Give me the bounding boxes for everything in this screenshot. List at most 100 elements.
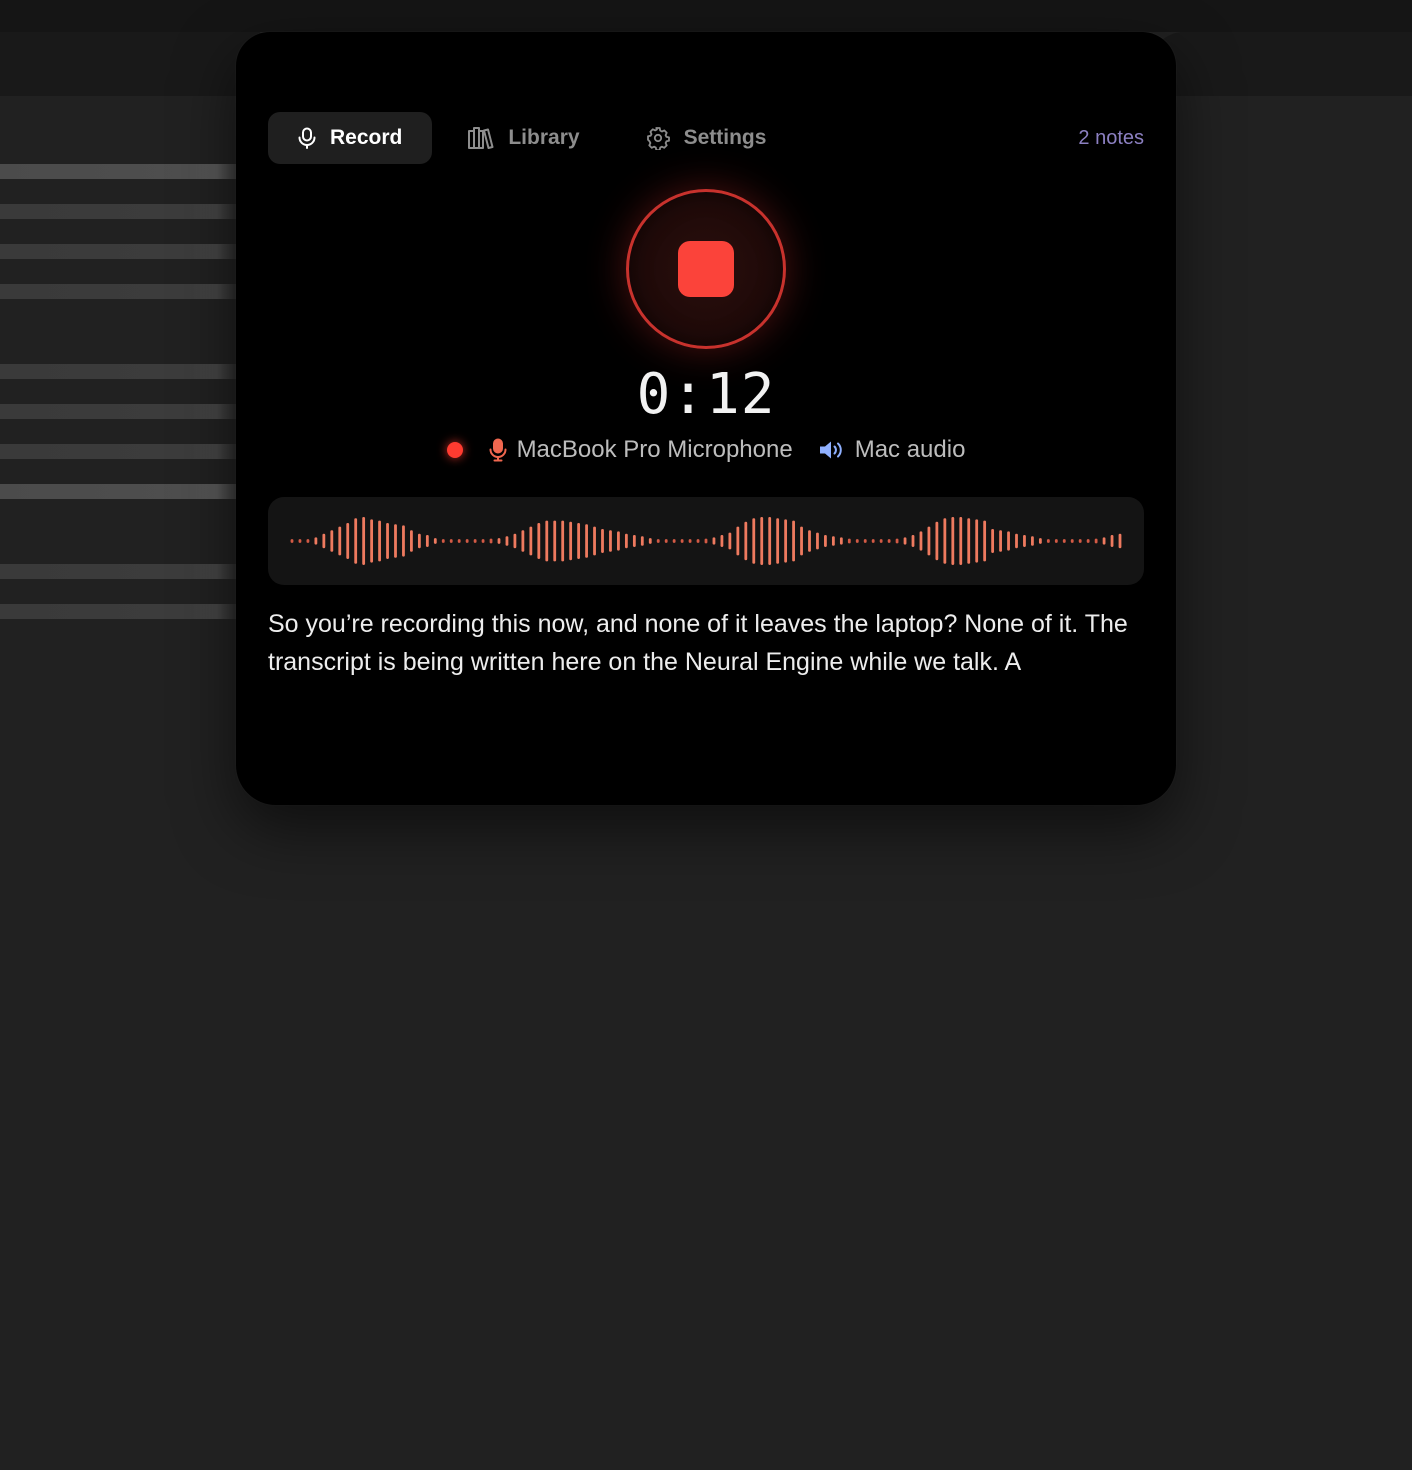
waveform-bar [417, 533, 421, 549]
tab-settings-label: Settings [683, 126, 767, 149]
waveform-bar [800, 526, 803, 556]
background-line [0, 484, 236, 499]
tab-settings[interactable]: Settings [616, 112, 797, 164]
waveform-bar [1054, 539, 1058, 543]
waveform-bar [298, 539, 302, 543]
waveform-bar [585, 524, 588, 558]
background-line [0, 164, 236, 179]
stop-recording-button[interactable] [626, 189, 786, 349]
waveform-bar [322, 533, 326, 549]
tab-record[interactable]: Record [268, 112, 433, 164]
waveform-bar [410, 530, 413, 552]
waveform-bar [529, 526, 533, 556]
background-line [0, 364, 236, 379]
waveform-bar [441, 539, 445, 543]
waveform-bar [943, 518, 947, 564]
waveform-bar [1038, 538, 1042, 544]
output-source-label: Mac audio [854, 436, 966, 463]
waveform-bar [824, 535, 827, 547]
waveform-bar [1102, 537, 1106, 545]
waveform-bar [959, 517, 963, 565]
waveform-bar [617, 531, 620, 551]
waveform-bar [1078, 539, 1082, 543]
notes-count[interactable]: 2 notes [1078, 112, 1144, 164]
background-window-header [0, 32, 260, 96]
waveform-bar [330, 530, 334, 552]
background-line [0, 564, 236, 579]
stop-icon [678, 241, 734, 297]
waveform-bar [513, 533, 517, 549]
waveform-bar [338, 526, 342, 556]
waveform-bar [744, 521, 748, 561]
waveform-bar [561, 520, 565, 562]
background-line [0, 604, 236, 619]
waveform-bar [720, 535, 724, 547]
waveform-bar [1023, 535, 1026, 547]
waveform-bar [847, 538, 851, 544]
waveform-bar [537, 523, 541, 559]
waveform-bar [497, 538, 501, 544]
waveform-bar [394, 524, 397, 558]
input-source-label: MacBook Pro Microphone [516, 436, 793, 463]
input-source: MacBook Pro Microphone [489, 436, 793, 464]
waveform-bar [672, 539, 676, 543]
waveform-bar [688, 539, 692, 543]
waveform-bar [1070, 539, 1074, 543]
waveform-bar [752, 518, 756, 564]
waveform-bar [999, 530, 1002, 552]
library-icon [468, 127, 494, 149]
waveform-bar [632, 535, 636, 547]
waveform-bar [895, 538, 899, 544]
tab-library[interactable]: Library [438, 112, 609, 164]
waveform-bar [521, 530, 525, 552]
waveform-bar [624, 533, 628, 549]
waveform-bar [306, 539, 310, 543]
waveform-bar [736, 526, 740, 556]
waveform-bar [1015, 533, 1018, 549]
background-line [0, 204, 236, 219]
waveform-bar [1031, 536, 1034, 546]
waveform-bar [728, 532, 732, 550]
waveform-bar [505, 536, 509, 546]
waveform-bar [601, 529, 604, 553]
waveform-bar [553, 520, 557, 562]
waveform-bar [760, 517, 764, 565]
waveform-bar [648, 538, 652, 544]
waveform-bar [593, 526, 596, 556]
waveform-bar [935, 521, 939, 561]
waveform-bar [855, 539, 859, 543]
waveform-bar [569, 521, 573, 561]
waveform-bar [609, 530, 612, 552]
waveform-bar [951, 517, 955, 565]
waveform-bar [433, 538, 437, 544]
microphone-icon [489, 438, 507, 462]
waveform-bar [879, 539, 883, 543]
waveform-bar [449, 539, 453, 543]
recorder-panel: Record Library Settings 2 notes 0:12 Mac… [236, 32, 1176, 805]
background-line [0, 284, 236, 299]
output-source: Mac audio [819, 436, 966, 464]
waveform-bar [656, 539, 660, 543]
waveform-bar [370, 519, 374, 563]
waveform-bar [712, 537, 716, 545]
waveform-bar [680, 539, 684, 543]
waveform-bar [1094, 538, 1098, 544]
waveform-bar [816, 532, 819, 550]
waveform-bar [792, 520, 795, 562]
waveform-bar [386, 523, 389, 559]
waveform-bar [1086, 539, 1090, 543]
waveform-bar [871, 539, 875, 543]
waveform-bar [1062, 539, 1066, 543]
waveform-bar [425, 535, 429, 547]
background-line [0, 244, 236, 259]
waveform-bar [465, 539, 469, 543]
waveform-graph [290, 517, 1122, 565]
waveform-bar [776, 518, 780, 564]
waveform-bar [991, 529, 995, 553]
waveform-bar [967, 518, 971, 564]
audio-sources: MacBook Pro Microphone Mac audio [236, 430, 1176, 470]
waveform-bar [346, 523, 350, 559]
waveform-bar [1110, 535, 1114, 547]
waveform-bar [839, 537, 843, 545]
speaker-icon [819, 439, 845, 461]
